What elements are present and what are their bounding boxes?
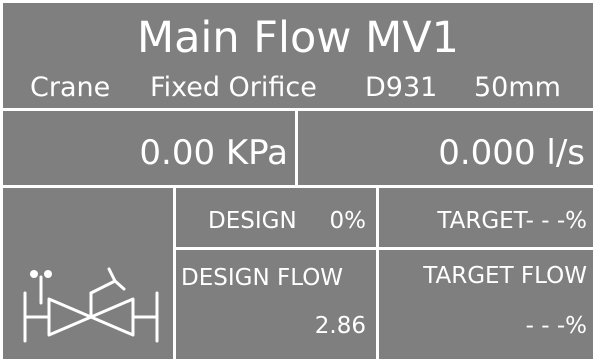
flow-reading: 0.000 l/s bbox=[438, 133, 585, 173]
valve-type-label: Fixed Orifice bbox=[150, 72, 317, 103]
header-divider bbox=[3, 108, 593, 111]
balancing-valve-icon bbox=[23, 267, 159, 343]
pressure-reading: 0.00 KPa bbox=[139, 133, 288, 173]
status-row-divider bbox=[175, 247, 593, 250]
target-percentage: TARGET- - -% bbox=[437, 208, 587, 234]
target-flow-value: - - -% bbox=[525, 313, 587, 339]
design-flow-value: 2.86 bbox=[314, 313, 366, 339]
manufacturer-label: Crane bbox=[30, 72, 111, 103]
readings-column-divider bbox=[295, 110, 298, 187]
readings-divider bbox=[3, 185, 593, 188]
model-label: D931 bbox=[365, 72, 438, 103]
design-flow-label: DESIGN FLOW bbox=[181, 265, 344, 291]
design-label: DESIGN bbox=[208, 208, 297, 234]
design-percentage: 0% bbox=[329, 208, 367, 234]
status-column-divider bbox=[376, 187, 379, 359]
valve-title: Main Flow MV1 bbox=[136, 13, 460, 63]
icon-column-divider bbox=[173, 187, 176, 359]
target-flow-label: TARGET FLOW bbox=[423, 263, 587, 289]
valve-info-panel: Main Flow MV1 Crane Fixed Orifice D931 5… bbox=[3, 3, 593, 359]
size-label: 50mm bbox=[474, 72, 561, 103]
